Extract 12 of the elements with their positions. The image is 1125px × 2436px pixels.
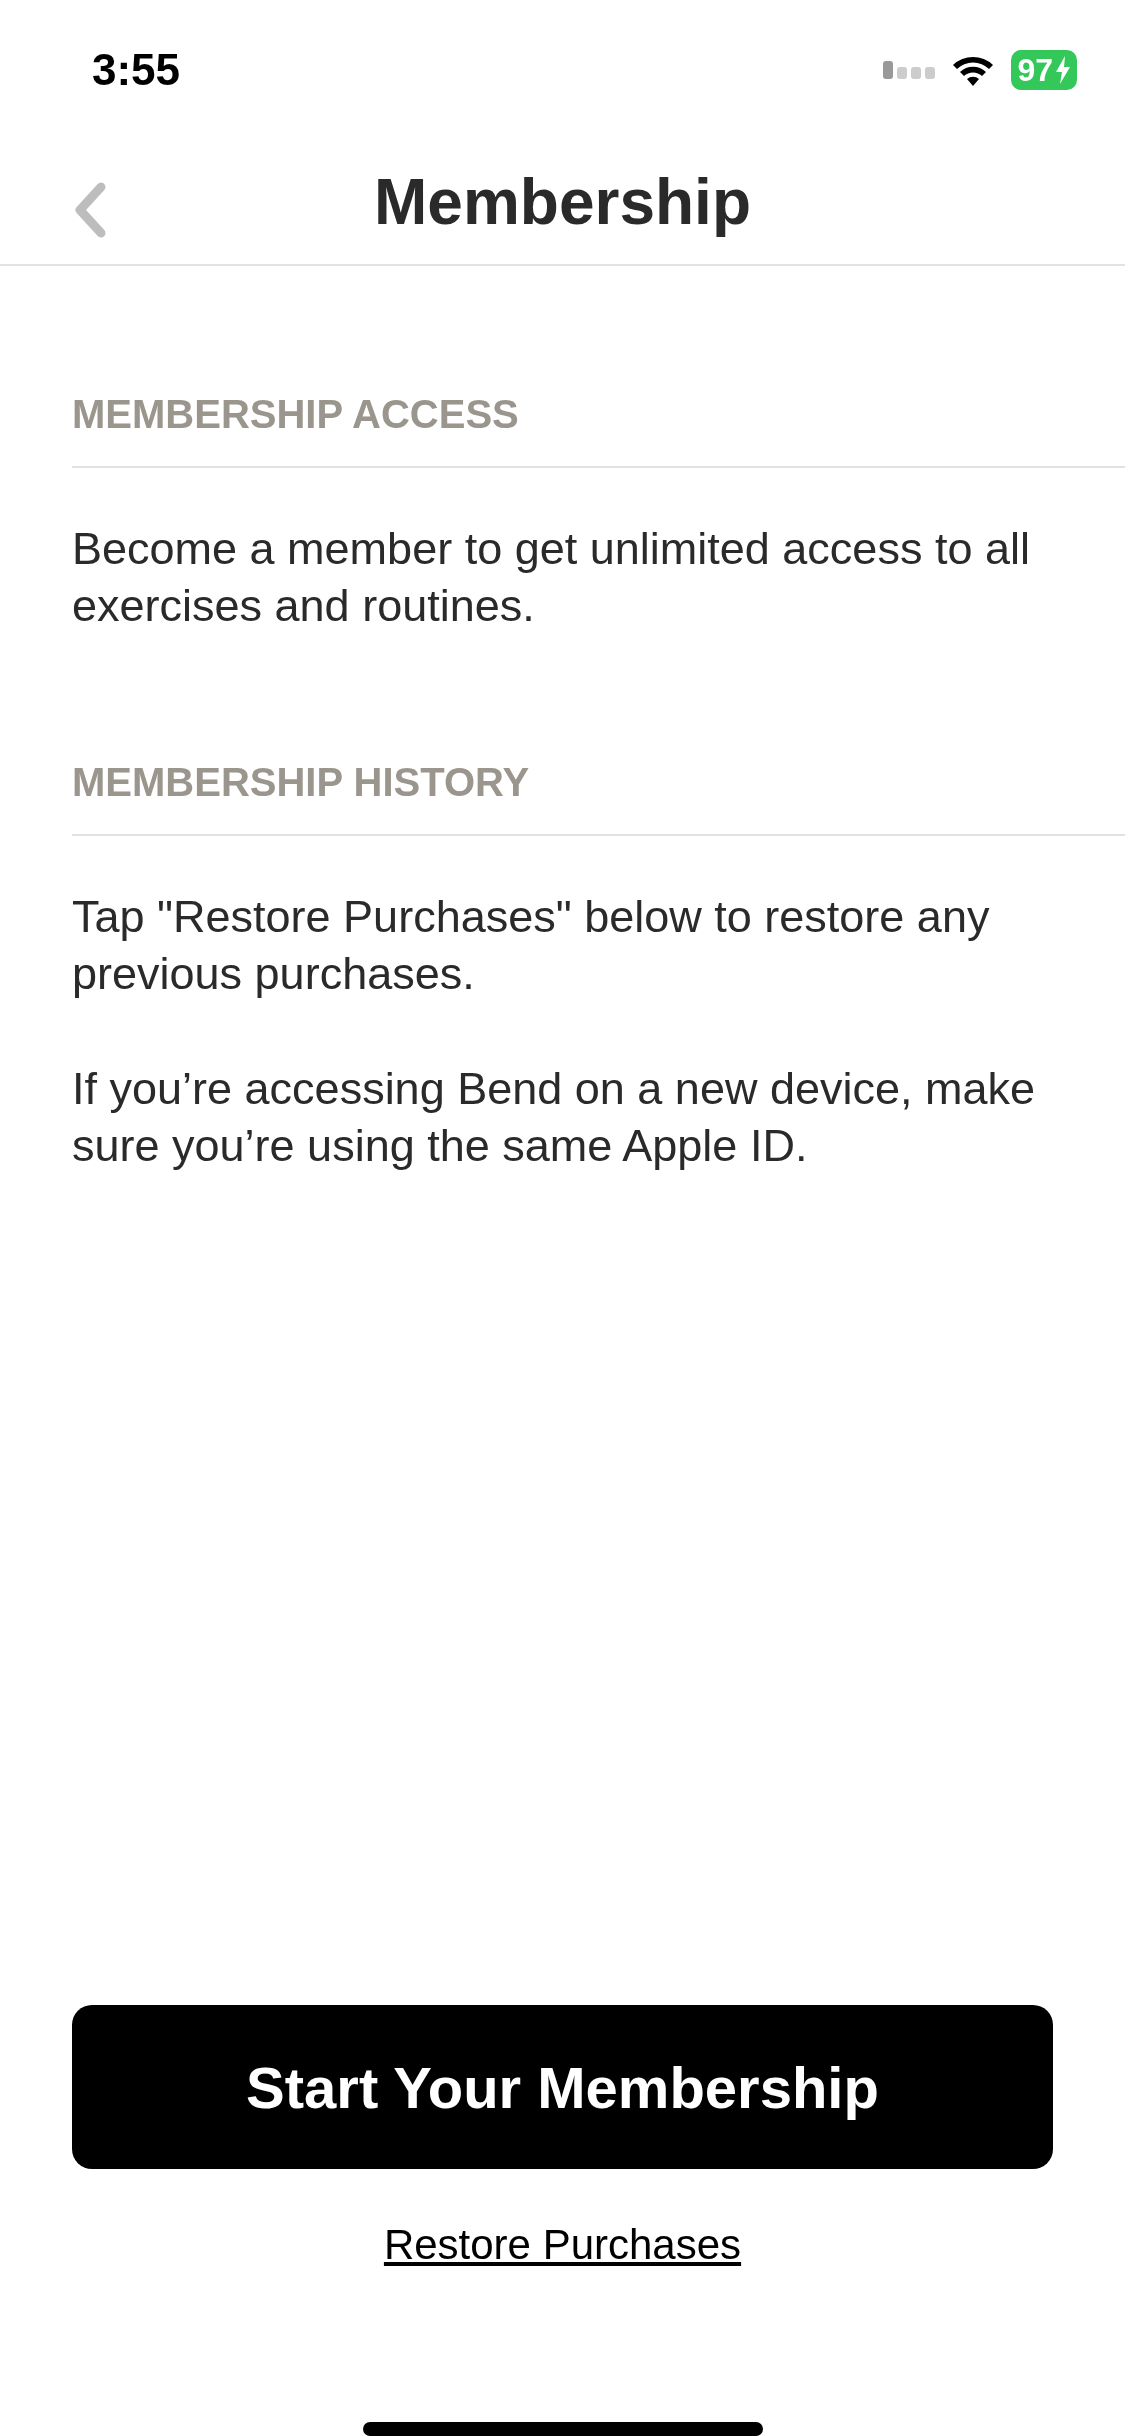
paragraph: If you’re accessing Bend on a new device, make sure you’re using the same Apple ID.: [72, 1062, 1037, 1173]
section-header: MEMBERSHIP ACCESS: [72, 266, 1125, 468]
back-icon[interactable]: [74, 182, 106, 238]
battery-icon: 97: [1011, 50, 1077, 90]
paragraph: Tap "Restore Purchases" below to restore any previous purchases.: [72, 890, 991, 1001]
section-header: MEMBERSHIP HISTORY: [72, 634, 1125, 836]
signal-icon: [883, 61, 936, 79]
status-time: 3:55: [92, 44, 181, 96]
restore-purchases-link[interactable]: Restore Purchases: [383, 2213, 742, 2276]
start-membership-button[interactable]: Start Your Membership: [72, 2005, 1053, 2169]
paragraph: Become a member to get unlimited access to all exercises and routines.: [72, 522, 1031, 633]
page-title: Membership: [374, 165, 751, 240]
